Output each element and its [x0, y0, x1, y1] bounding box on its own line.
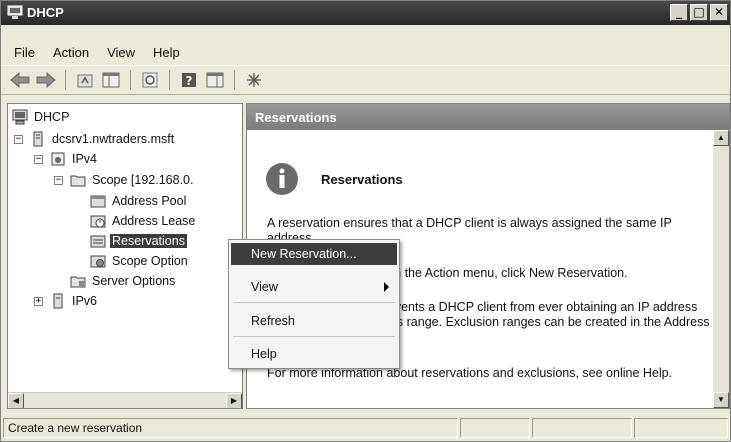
dhcp-app-icon: [7, 5, 23, 19]
dhcp-window: DHCP _ □ ✕ File Action View Help ? DHCP …: [0, 0, 731, 442]
menu-separator: [233, 302, 395, 303]
context-menu: New Reservation... View Refresh Help: [228, 239, 400, 369]
submenu-arrow-icon: [384, 282, 389, 292]
menu-separator: [233, 336, 395, 337]
address-pool-icon: [90, 195, 106, 208]
tree-node-server[interactable]: dcsrv1.nwtraders.msft: [30, 130, 176, 148]
tree-node-address-pool[interactable]: Address Pool: [90, 192, 188, 210]
address-leases-icon: [90, 215, 106, 228]
tree-node-reservations[interactable]: Reservations: [90, 232, 187, 250]
tree-node-scope[interactable]: Scope [192.168.0.: [70, 171, 195, 189]
tree-label: DHCP: [34, 110, 70, 124]
ipv4-icon: [51, 152, 65, 166]
details-header: Reservations: [247, 104, 729, 130]
svg-text:?: ?: [186, 74, 193, 88]
server-icon: [33, 131, 43, 147]
expand-ipv6-toggle[interactable]: +: [34, 297, 43, 306]
ipv6-icon: [53, 293, 63, 309]
tree-node-ipv6[interactable]: IPv6: [50, 292, 99, 310]
status-bar: Create a new reservation: [1, 416, 730, 440]
menu-item-view[interactable]: View: [231, 276, 397, 298]
tree-node-address-leases[interactable]: Address Lease: [90, 212, 197, 230]
status-panel: [460, 418, 530, 438]
close-button[interactable]: ✕: [710, 4, 728, 21]
tree-label: Address Pool: [112, 194, 187, 208]
window-title: DHCP: [27, 5, 64, 20]
tree-label: IPv6: [72, 294, 98, 308]
toolbar: ?: [1, 65, 730, 95]
tree-label: Address Lease: [112, 214, 196, 228]
back-arrow-icon[interactable]: [9, 69, 31, 91]
refresh-icon[interactable]: [139, 69, 161, 91]
toolbar-separator: [65, 70, 66, 90]
status-text: Create a new reservation: [3, 418, 458, 438]
toolbar-separator: [234, 70, 235, 90]
tree-horizontal-scrollbar[interactable]: ◀ ▶: [8, 392, 242, 408]
collapse-scope-toggle[interactable]: −: [54, 176, 63, 185]
menu-item-refresh[interactable]: Refresh: [231, 310, 397, 332]
up-folder-icon[interactable]: [74, 69, 96, 91]
details-vertical-scrollbar[interactable]: ▲ ▼: [713, 130, 729, 408]
menu-item-label: View: [251, 280, 278, 294]
menu-action[interactable]: Action: [44, 41, 98, 65]
status-panel: [532, 418, 632, 438]
tree-label: Server Options: [92, 274, 176, 288]
console-tree[interactable]: DHCP − dcsrv1.nwtraders.msft − IPv4 − Sc…: [7, 103, 243, 409]
dhcp-console-icon: [12, 109, 28, 125]
tree-label: Scope [192.168.0.: [92, 173, 194, 187]
information-icon: [266, 163, 298, 195]
menu-file[interactable]: File: [5, 41, 44, 65]
folder-icon: [70, 175, 86, 187]
menu-view[interactable]: View: [98, 41, 144, 65]
scroll-left-icon[interactable]: ◀: [8, 393, 24, 408]
collapse-server-toggle[interactable]: −: [14, 135, 23, 144]
tree-label: Scope Option: [112, 254, 188, 268]
maximize-button[interactable]: □: [690, 4, 708, 21]
menu-bar: File Action View Help: [1, 41, 730, 65]
server-options-icon: [70, 276, 86, 288]
collapse-ipv4-toggle[interactable]: −: [34, 155, 43, 164]
menu-item-help[interactable]: Help: [231, 343, 397, 365]
tree-label: Reservations: [110, 234, 187, 248]
tree-label: dcsrv1.nwtraders.msft: [52, 132, 175, 146]
tree-node-dhcp[interactable]: DHCP: [12, 108, 71, 126]
status-panel: [634, 418, 728, 438]
scope-options-icon: [90, 255, 106, 268]
toolbar-separator: [169, 70, 170, 90]
scroll-down-icon[interactable]: ▼: [713, 392, 729, 408]
minimize-button[interactable]: _: [670, 4, 688, 21]
help-icon[interactable]: ?: [178, 69, 200, 91]
tree-node-ipv4[interactable]: IPv4: [50, 150, 99, 168]
tree-label: IPv4: [72, 152, 98, 166]
scroll-right-icon[interactable]: ▶: [226, 393, 242, 408]
tree-node-server-options[interactable]: Server Options: [70, 272, 177, 290]
toolbar-separator: [130, 70, 131, 90]
menu-item-new-reservation[interactable]: New Reservation...: [231, 243, 397, 265]
tree-node-scope-options[interactable]: Scope Option: [90, 252, 190, 270]
forward-arrow-icon[interactable]: [35, 69, 57, 91]
reservations-icon: [90, 235, 106, 248]
scroll-up-icon[interactable]: ▲: [713, 130, 729, 146]
dhcp-server-icon[interactable]: [243, 69, 265, 91]
show-hide-tree-icon[interactable]: [100, 69, 122, 91]
export-list-icon[interactable]: [204, 69, 226, 91]
title-bar[interactable]: DHCP _ □ ✕: [1, 1, 730, 25]
details-title: Reservations: [321, 172, 403, 187]
menu-help[interactable]: Help: [144, 41, 189, 65]
